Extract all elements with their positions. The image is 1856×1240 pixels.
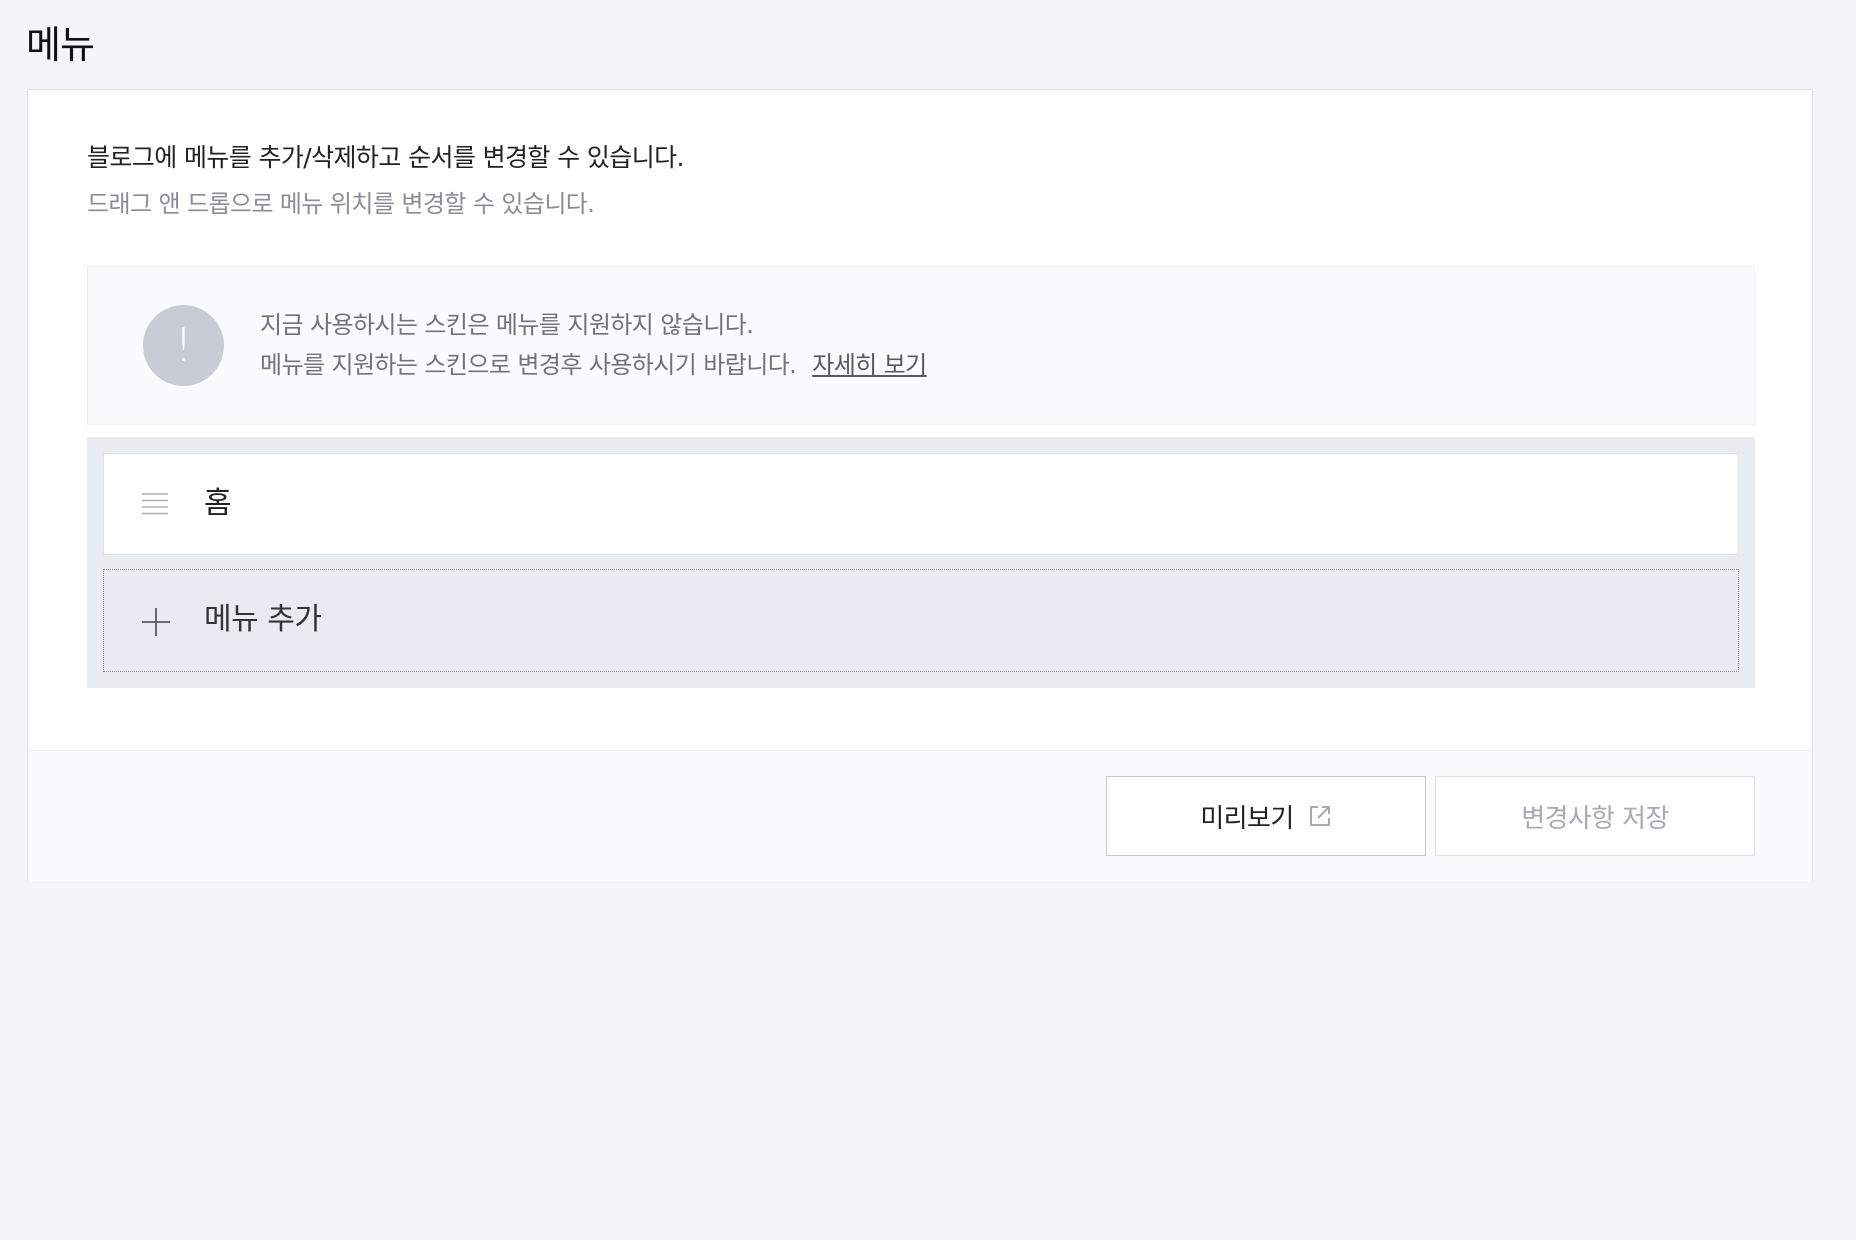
- plus-icon: [142, 608, 170, 636]
- intro: 블로그에 메뉴를 추가/삭제하고 순서를 변경할 수 있습니다. 드래그 앤 드…: [87, 140, 684, 222]
- page-title: 메뉴: [26, 23, 95, 67]
- preview-button[interactable]: 미리보기: [1106, 776, 1426, 856]
- add-menu-button[interactable]: 메뉴 추가: [103, 569, 1739, 672]
- menu-item-label: 홈: [204, 486, 232, 521]
- preview-button-label: 미리보기: [1200, 803, 1294, 834]
- notice-text: 지금 사용하시는 스킨은 메뉴를 지원하지 않습니다. 메뉴를 지원하는 스킨으…: [260, 305, 927, 385]
- intro-hint: 드래그 앤 드롭으로 메뉴 위치를 변경할 수 있습니다.: [87, 190, 595, 218]
- details-link[interactable]: 자세히 보기: [812, 351, 927, 379]
- notice-line-2: 메뉴를 지원하는 스킨으로 변경후 사용하시기 바랍니다. 자세히 보기: [260, 345, 927, 385]
- menu-list: 홈 메뉴 추가: [87, 437, 1755, 688]
- panel-footer: 미리보기 변경사항 저장: [28, 750, 1812, 881]
- intro-description: 블로그에 메뉴를 추가/삭제하고 순서를 변경할 수 있습니다.: [87, 143, 684, 172]
- add-menu-label: 메뉴 추가: [204, 602, 322, 637]
- menu-item-home[interactable]: 홈: [103, 453, 1739, 555]
- exclamation-icon: !: [143, 305, 224, 386]
- notice-line-2-text: 메뉴를 지원하는 스킨으로 변경후 사용하시기 바랍니다.: [260, 351, 797, 379]
- notice-line-1: 지금 사용하시는 스킨은 메뉴를 지원하지 않습니다.: [260, 311, 754, 339]
- drag-handle-icon[interactable]: [142, 492, 168, 516]
- skin-unsupported-notice: ! 지금 사용하시는 스킨은 메뉴를 지원하지 않습니다. 메뉴를 지원하는 스…: [87, 266, 1755, 425]
- external-link-icon: [1309, 806, 1330, 826]
- save-changes-button[interactable]: 변경사항 저장: [1435, 776, 1755, 856]
- menu-settings-panel: 블로그에 메뉴를 추가/삭제하고 순서를 변경할 수 있습니다. 드래그 앤 드…: [27, 89, 1813, 881]
